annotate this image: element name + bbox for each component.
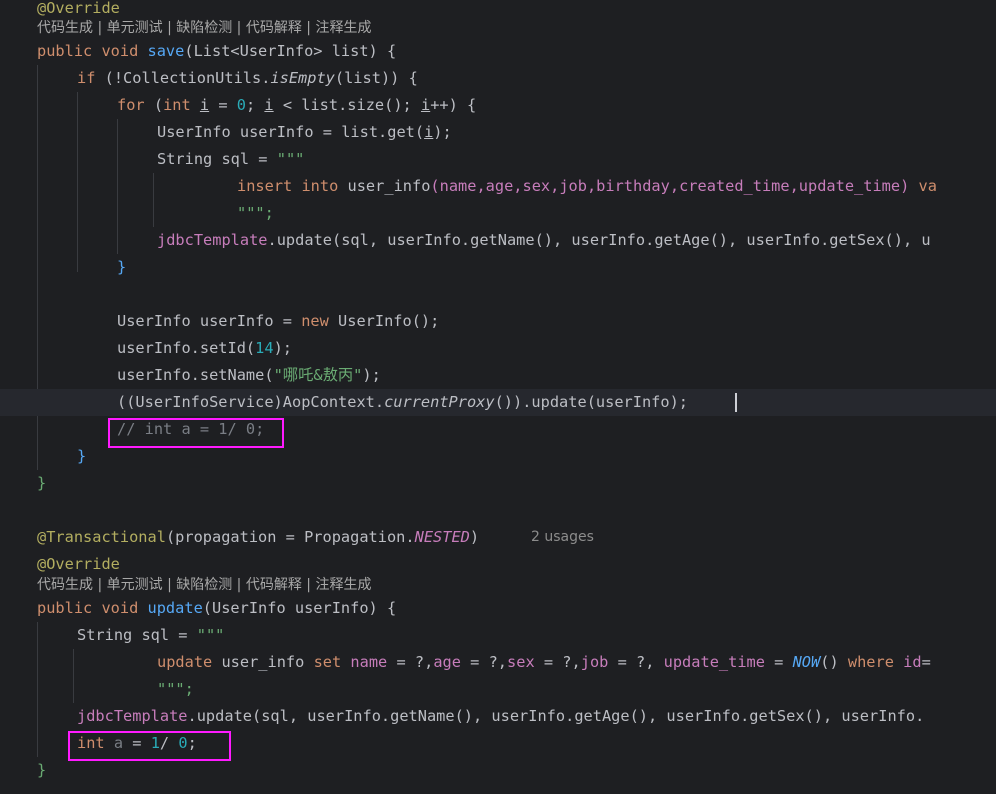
code-line[interactable]: public void save(List<UserInfo> list) { <box>0 38 996 65</box>
annotation: @Override <box>37 0 120 17</box>
method-name: save <box>147 42 185 60</box>
ai-code-lens-bar[interactable]: 代码生成 | 单元测试 | 缺陷检测 | 代码解释 | 注释生成 <box>37 17 371 39</box>
code-line[interactable]: jdbcTemplate.update(sql, userInfo.getNam… <box>0 227 996 254</box>
code-line[interactable]: userInfo.setName("哪吒&敖丙"); <box>0 362 996 389</box>
code-line[interactable]: for (int i = 0; i < list.size(); i++) { <box>0 92 996 119</box>
code-line[interactable]: """; <box>0 200 996 227</box>
code-line[interactable]: userInfo.setId(14); <box>0 335 996 362</box>
code-line[interactable]: jdbcTemplate.update(sql, userInfo.getNam… <box>0 703 996 730</box>
code-line[interactable]: } <box>0 470 996 497</box>
method-name: update <box>147 599 203 617</box>
code-line[interactable]: """; <box>0 676 996 703</box>
code-line[interactable]: UserInfo userInfo = list.get(i); <box>0 119 996 146</box>
code-line[interactable]: if (!CollectionUtils.isEmpty(list)) { <box>0 65 996 92</box>
code-line[interactable]: } <box>0 254 996 281</box>
code-line[interactable]: } <box>0 443 996 470</box>
code-line[interactable]: String sql = """ <box>0 622 996 649</box>
code-line[interactable]: update user_info set name = ?,age = ?,se… <box>0 649 996 676</box>
usages-inlay-hint[interactable]: 2 usages <box>531 529 594 545</box>
text-caret <box>735 393 737 412</box>
code-line[interactable]: UserInfo userInfo = new UserInfo(); <box>0 308 996 335</box>
code-line[interactable]: @Transactional(propagation = Propagation… <box>0 524 996 551</box>
ai-code-lens-bar[interactable]: 代码生成 | 单元测试 | 缺陷检测 | 代码解释 | 注释生成 <box>37 574 371 596</box>
code-line-current[interactable]: ((UserInfoService)AopContext.currentProx… <box>0 389 996 416</box>
code-line[interactable]: insert into user_info(name,age,sex,job,b… <box>0 173 996 200</box>
code-line[interactable]: public void update(UserInfo userInfo) { <box>0 595 996 622</box>
code-editor[interactable]: @Override 代码生成 | 单元测试 | 缺陷检测 | 代码解释 | 注释… <box>0 0 996 794</box>
code-line[interactable]: } <box>0 757 996 784</box>
code-line[interactable]: String sql = """ <box>0 146 996 173</box>
